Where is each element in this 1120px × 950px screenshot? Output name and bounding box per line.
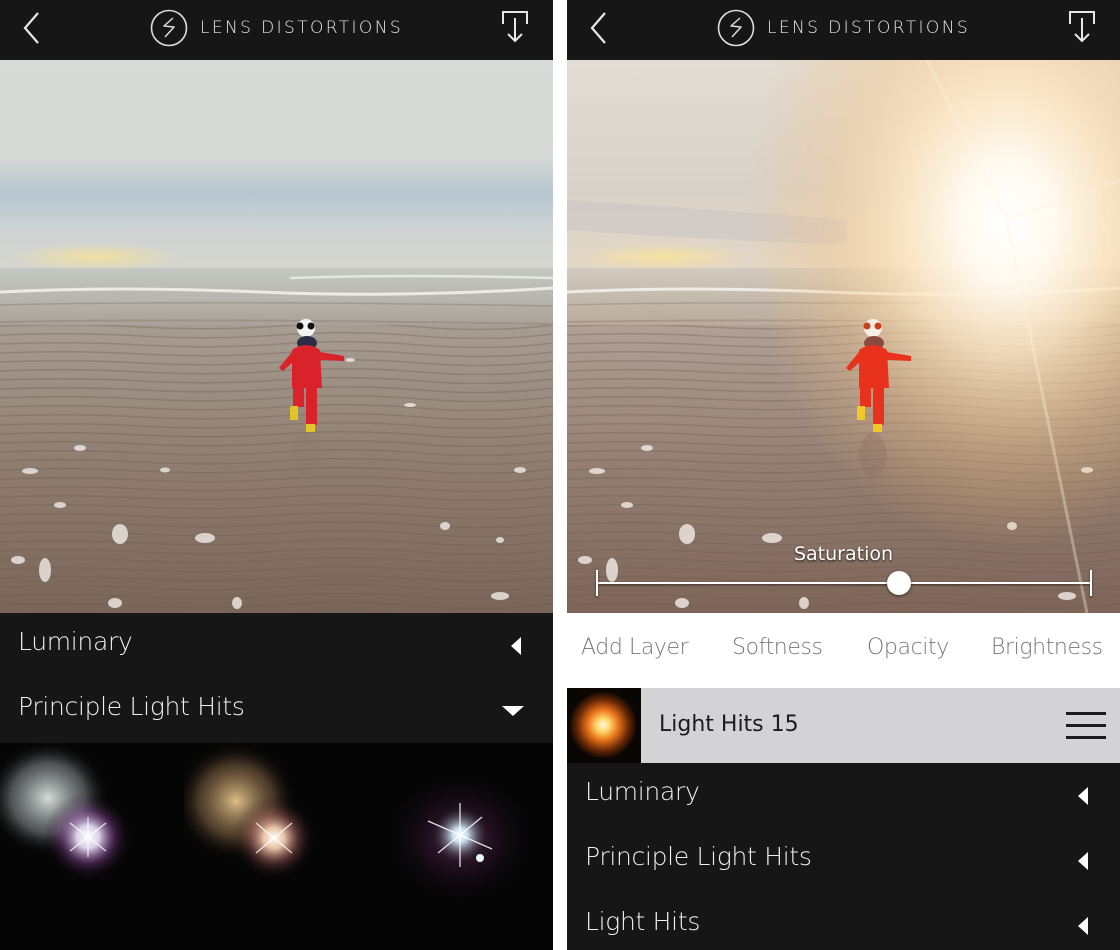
category-row-luminary[interactable]: Luminary <box>567 763 1120 828</box>
layer-name: Light Hits 15 <box>659 712 799 737</box>
flare-thumbnail-3[interactable] <box>368 743 552 950</box>
category-row-light-hits[interactable]: Light Hits <box>567 893 1120 950</box>
photo-canvas-with-flare[interactable]: Saturation <box>567 60 1120 613</box>
triangle-left-icon <box>1078 917 1088 935</box>
category-label: Luminary <box>585 777 700 806</box>
triangle-left-icon <box>1078 852 1088 870</box>
export-button[interactable] <box>501 10 529 44</box>
screen-after-edit: LENS DISTORTIONS Saturation Add Layer So… <box>567 0 1120 950</box>
category-label: Principle Light Hits <box>18 692 245 721</box>
slider-max-cap <box>1090 570 1092 596</box>
top-bar: LENS DISTORTIONS <box>567 0 1120 60</box>
tool-opacity[interactable]: Opacity <box>867 635 949 660</box>
flare-thumbnail-1[interactable] <box>0 743 184 950</box>
flare-thumbnail-strip <box>0 743 553 950</box>
slider-track[interactable] <box>596 582 1092 584</box>
tool-add-layer[interactable]: Add Layer <box>581 635 689 660</box>
category-label: Principle Light Hits <box>585 842 812 871</box>
triangle-down-icon <box>502 706 524 716</box>
flare-thumbnail-2[interactable] <box>184 743 368 950</box>
category-label: Light Hits <box>585 907 701 936</box>
category-label: Luminary <box>18 627 133 656</box>
screen-before-edit: LENS DISTORTIONS Luminary Principle Ligh… <box>0 0 553 950</box>
download-export-icon <box>1069 11 1095 43</box>
triangle-left-icon <box>511 637 521 655</box>
export-button[interactable] <box>1068 10 1096 44</box>
tool-softness[interactable]: Softness <box>732 635 823 660</box>
slider-min-cap <box>596 570 598 596</box>
top-bar: LENS DISTORTIONS <box>0 0 553 60</box>
tool-brightness[interactable]: Brightness <box>991 635 1103 660</box>
app-brand: LENS DISTORTIONS <box>567 8 1120 48</box>
download-export-icon <box>502 11 528 43</box>
category-row-luminary[interactable]: Luminary <box>0 613 553 678</box>
app-brand: LENS DISTORTIONS <box>0 8 553 48</box>
layer-thumbnail <box>567 688 641 763</box>
app-title: LENS DISTORTIONS <box>199 18 404 38</box>
category-row-principle-light-hits[interactable]: Principle Light Hits <box>567 828 1120 893</box>
lens-distortions-logo-icon <box>150 9 188 47</box>
triangle-left-icon <box>1078 787 1088 805</box>
slider-label: Saturation <box>793 543 894 565</box>
layer-row[interactable]: Light Hits 15 <box>567 688 1120 763</box>
category-row-principle-light-hits[interactable]: Principle Light Hits <box>0 678 553 743</box>
hamburger-menu-icon[interactable] <box>1066 712 1106 740</box>
slider-knob[interactable] <box>886 571 911 595</box>
lens-distortions-logo-icon <box>717 9 755 47</box>
adjustment-tools-bar: Add Layer Softness Opacity Brightness <box>567 613 1120 688</box>
saturation-slider[interactable] <box>596 568 1092 598</box>
app-title: LENS DISTORTIONS <box>766 18 971 38</box>
photo-canvas-original[interactable] <box>0 60 553 613</box>
